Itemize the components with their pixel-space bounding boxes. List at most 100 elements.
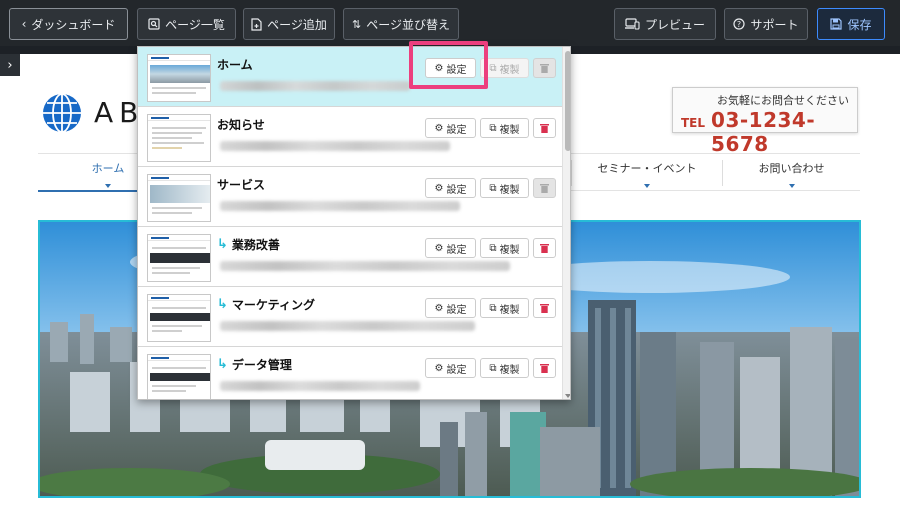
copy-icon: ⧉ — [489, 182, 497, 194]
delete-button[interactable] — [533, 298, 556, 318]
duplicate-button[interactable]: ⧉ 複製 — [480, 118, 529, 138]
sort-arrows-icon: ⇅ — [352, 17, 362, 31]
settings-highlight-callout — [409, 41, 488, 89]
nav-item-contact[interactable]: お問い合わせ — [723, 154, 860, 191]
delete-button[interactable] — [533, 178, 556, 198]
gear-icon: ⚙ — [434, 242, 444, 254]
subpage-arrow-icon: ↳ — [217, 297, 228, 312]
scroll-down-arrow-icon[interactable] — [565, 394, 570, 398]
redacted-text — [220, 321, 475, 331]
contact-box: お気軽にお問合せください TEL 03-1234-5678 — [672, 87, 858, 156]
chevron-right-icon: › — [7, 57, 13, 73]
trash-icon — [540, 184, 549, 193]
page-list-dropdown: ホーム ⚙ 設定 ⧉ 複製 お知らせ ⚙ 設定 ⧉ 複製 サービス ⚙ 設定 ⧉… — [137, 46, 571, 400]
delete-button[interactable] — [533, 118, 556, 138]
help-circle-icon: ? — [733, 18, 746, 30]
page-row-data-management[interactable]: ↳ データ管理 ⚙ 設定 ⧉ 複製 — [138, 347, 562, 399]
nav-item-seminar-label: セミナー・イベント — [597, 161, 697, 175]
duplicate-button[interactable]: ⧉ 複製 — [480, 298, 529, 318]
trash-icon — [540, 124, 549, 133]
redacted-text — [220, 81, 410, 91]
copy-icon: ⧉ — [489, 62, 497, 74]
preview-button[interactable]: プレビュー — [614, 8, 716, 40]
page-thumbnail — [147, 294, 211, 342]
page-thumbnail — [147, 174, 211, 222]
duplicate-button[interactable]: ⧉ 複製 — [480, 178, 529, 198]
copy-icon: ⧉ — [489, 302, 497, 314]
support-button[interactable]: ? サポート — [724, 8, 808, 40]
support-button-label: サポート — [750, 17, 799, 32]
add-page-button[interactable]: ページ追加 — [243, 8, 335, 40]
page-title: ↳ データ管理 — [217, 357, 292, 372]
page-title: ↳ マーケティング — [217, 297, 315, 312]
page-title: サービス — [217, 178, 266, 192]
editor-toolbar: ‹ ダッシュボード ページ一覧 ページ追加 ⇅ ページ並び替え プレビュー ? … — [0, 0, 900, 46]
duplicate-button[interactable]: ⧉ 複製 — [480, 358, 529, 378]
page-list-button[interactable]: ページ一覧 — [137, 8, 236, 40]
preview-button-label: プレビュー — [644, 17, 705, 32]
page-row-news[interactable]: お知らせ ⚙ 設定 ⧉ 複製 — [138, 107, 562, 167]
redacted-text — [220, 201, 460, 211]
floppy-disk-icon — [830, 18, 843, 30]
tel-number: 03-1234-5678 — [711, 108, 816, 156]
page-list-scrollbar[interactable] — [562, 47, 570, 399]
delete-button[interactable] — [533, 58, 556, 78]
page-row-marketing[interactable]: ↳ マーケティング ⚙ 設定 ⧉ 複製 — [138, 287, 562, 347]
scrollbar-thumb[interactable] — [565, 51, 570, 151]
subpage-arrow-icon: ↳ — [217, 237, 228, 252]
page-thumbnail — [147, 54, 211, 102]
nav-item-home-label: ホーム — [91, 161, 125, 175]
trash-icon — [540, 364, 549, 373]
delete-button[interactable] — [533, 358, 556, 378]
dashboard-button-label: ダッシュボード — [31, 17, 116, 32]
page-title: お知らせ — [217, 118, 265, 132]
delete-button[interactable] — [533, 238, 556, 258]
settings-button[interactable]: ⚙ 設定 — [425, 358, 476, 378]
chevron-down-icon — [644, 184, 650, 188]
copy-icon: ⧉ — [489, 242, 497, 254]
page-thumbnail — [147, 114, 211, 162]
page-title: ↳ 業務改善 — [217, 237, 280, 252]
gear-icon: ⚙ — [434, 182, 444, 194]
duplicate-button[interactable]: ⧉ 複製 — [480, 238, 529, 258]
page-thumbnail — [147, 234, 211, 282]
copy-icon: ⧉ — [489, 122, 497, 134]
contact-tel: TEL 03-1234-5678 — [681, 108, 857, 156]
copy-icon: ⧉ — [489, 362, 497, 374]
devices-icon — [624, 18, 640, 30]
sort-pages-button-label: ページ並び替え — [366, 17, 450, 32]
gear-icon: ⚙ — [434, 362, 444, 374]
save-button[interactable]: 保存 — [817, 8, 885, 40]
page-row-home[interactable]: ホーム ⚙ 設定 ⧉ 複製 — [138, 47, 562, 107]
dashboard-button[interactable]: ‹ ダッシュボード — [9, 8, 128, 40]
trash-icon — [540, 64, 549, 73]
settings-button[interactable]: ⚙ 設定 — [425, 298, 476, 318]
page-title: ホーム — [217, 58, 253, 72]
trash-icon — [540, 244, 549, 253]
page-list-button-label: ページ一覧 — [165, 17, 225, 32]
page-thumbnail — [147, 354, 211, 399]
settings-button[interactable]: ⚙ 設定 — [425, 118, 476, 138]
sidebar-toggle[interactable]: › — [0, 54, 20, 76]
page-row-business-improvement[interactable]: ↳ 業務改善 ⚙ 設定 ⧉ 複製 — [138, 227, 562, 287]
settings-button[interactable]: ⚙ 設定 — [425, 238, 476, 258]
add-page-button-label: ページ追加 — [267, 17, 327, 32]
nav-item-seminar[interactable]: セミナー・イベント — [572, 154, 722, 191]
redacted-text — [220, 141, 450, 151]
globe-logo-icon — [43, 93, 81, 133]
contact-prompt: お気軽にお問合せください — [717, 94, 849, 107]
tel-label: TEL — [681, 116, 706, 130]
gear-icon: ⚙ — [434, 122, 444, 134]
page-row-services[interactable]: サービス ⚙ 設定 ⧉ 複製 — [138, 167, 562, 227]
search-window-icon — [148, 18, 160, 30]
settings-button[interactable]: ⚙ 設定 — [425, 178, 476, 198]
sort-pages-button[interactable]: ⇅ ページ並び替え — [343, 8, 459, 40]
redacted-text — [220, 261, 510, 271]
gear-icon: ⚙ — [434, 302, 444, 314]
trash-icon — [540, 304, 549, 313]
chevron-down-icon — [788, 184, 795, 188]
chevron-left-icon: ‹ — [21, 17, 27, 31]
subpage-arrow-icon: ↳ — [217, 357, 228, 372]
svg-text:?: ? — [737, 20, 741, 29]
redacted-text — [220, 381, 420, 391]
